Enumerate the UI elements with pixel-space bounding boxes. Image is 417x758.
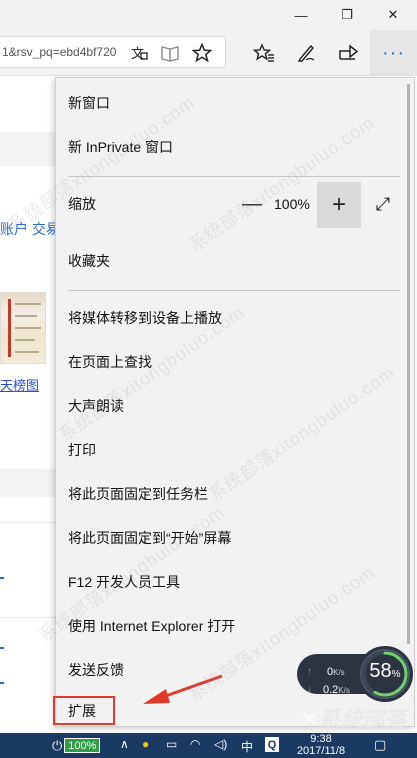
web-note-pen-icon[interactable] [291, 30, 321, 76]
menu-separator [68, 290, 400, 291]
menu-item-open-with-ie[interactable]: 使用 Internet Explorer 打开 [56, 606, 400, 646]
menu-item-label: 发送反馈 [68, 662, 124, 678]
tray-q-app[interactable]: Q [265, 737, 279, 752]
page-band [0, 469, 60, 497]
reading-view-icon[interactable] [156, 30, 184, 76]
title-bar: — ❐ ✕ [0, 0, 417, 30]
network-speed-widget[interactable]: ↑ 0K/s ↓ 0.2K/s 58% [297, 646, 417, 702]
battery-indicator[interactable]: ⏻ 100% [52, 737, 101, 754]
menu-item-new-window[interactable]: 新窗口 [56, 83, 400, 123]
wifi-icon[interactable]: ◠ [190, 737, 200, 751]
address-url[interactable]: 1&rsv_pq=ebd4bf720 [2, 45, 120, 59]
fullscreen-icon[interactable]: ⤢ [366, 184, 400, 224]
download-unit: K/s [338, 686, 350, 695]
menu-item-pin-to-start[interactable]: 将此页面固定到“开始”屏幕 [56, 518, 400, 558]
clock-time: 9:38 [310, 733, 332, 745]
settings-menu: 新窗口 新 InPrivate 窗口 缩放 — 100% + ⤢ 收藏夹 将媒体… [55, 77, 415, 727]
menu-item-label: 大声朗读 [68, 398, 124, 414]
menu-scrollbar[interactable] [407, 84, 410, 644]
menu-item-label: 收藏夹 [68, 253, 110, 269]
menu-item-print[interactable]: 打印 [56, 430, 400, 470]
svg-text:文: 文 [131, 47, 144, 62]
page-link[interactable]: 天榜图 [0, 375, 39, 394]
thumbnail-bar [8, 299, 11, 357]
menu-item-label: 打印 [68, 442, 96, 458]
brand-logo-x-icon: ✕ [300, 707, 319, 732]
browser-toolbar: 1&rsv_pq=ebd4bf720 文 ··· [0, 30, 417, 76]
upload-speed: 0K/s [327, 666, 345, 678]
power-plug-icon: ⏻ [52, 737, 63, 753]
menu-item-label: 使用 Internet Explorer 打开 [68, 618, 236, 634]
volume-icon[interactable]: ◁) [214, 737, 227, 751]
thumbnail-line [15, 327, 41, 329]
menu-item-label: 新窗口 [68, 95, 110, 111]
taskbar: ⏻ 100% ∧ ● ▭ ◠ ◁) 中 Q 9:38 2017/11/8 ▢ [0, 733, 417, 758]
highlight-box [53, 696, 115, 725]
menu-item-label: 将此页面固定到任务栏 [68, 486, 208, 502]
tray-expand-icon[interactable]: ∧ [120, 737, 129, 751]
upload-arrow-icon: ↑ [307, 666, 312, 677]
battery-percent: 100% [64, 738, 101, 753]
qq-icon[interactable]: ● [142, 737, 149, 751]
zoom-out-button[interactable]: — [238, 184, 266, 224]
minimize-button[interactable]: — [278, 0, 324, 30]
favorite-star-icon[interactable] [188, 30, 216, 76]
download-arrow-icon: ↓ [307, 684, 312, 695]
menu-item-f12-developer-tools[interactable]: F12 开发人员工具 [56, 562, 400, 602]
menu-item-label: 缩放 [68, 196, 96, 212]
menu-item-label: 在页面上查找 [68, 354, 152, 370]
memory-usage-percent: 58% [357, 660, 413, 683]
input-method-indicator[interactable]: 中 [241, 738, 253, 755]
close-button[interactable]: ✕ [370, 0, 416, 30]
share-icon[interactable] [334, 30, 364, 76]
menu-item-label: F12 开发人员工具 [68, 574, 181, 590]
percent-sign: % [391, 669, 401, 680]
zoom-in-button[interactable]: + [317, 182, 361, 228]
page-content: 账户 交易 天榜图 [0, 77, 60, 697]
page-tick [0, 577, 4, 579]
zoom-level: 100% [274, 196, 310, 212]
translate-icon[interactable]: 文 [126, 30, 152, 76]
page-divider [0, 617, 60, 618]
brand-watermark: ✕系统部落 [300, 702, 406, 734]
menu-item-new-inprivate-window[interactable]: 新 InPrivate 窗口 [56, 127, 400, 167]
upload-unit: K/s [333, 668, 345, 677]
page-tick [0, 647, 4, 649]
menu-item-label: 将此页面固定到“开始”屏幕 [68, 530, 232, 546]
notification-center-icon[interactable]: ▢ [374, 737, 386, 753]
page-nav-text[interactable]: 账户 交易 [0, 219, 60, 239]
page-tick [0, 682, 4, 684]
maximize-button[interactable]: ❐ [324, 0, 370, 30]
hub-icon[interactable] [249, 30, 279, 76]
menu-item-read-aloud[interactable]: 大声朗读 [56, 386, 400, 426]
more-icon[interactable]: ··· [370, 30, 417, 76]
menu-item-label: 将媒体转移到设备上播放 [68, 310, 222, 326]
page-thumbnail[interactable] [0, 292, 46, 364]
clock-date: 2017/11/8 [296, 745, 346, 757]
menu-item-find-on-page[interactable]: 在页面上查找 [56, 342, 400, 382]
menu-item-cast-media[interactable]: 将媒体转移到设备上播放 [56, 298, 400, 338]
thumbnail-line [15, 351, 39, 353]
thumbnail-line [15, 315, 37, 317]
menu-item-zoom: 缩放 [56, 184, 226, 224]
page-divider [0, 522, 60, 523]
thumbnail-line [15, 339, 35, 341]
percent-value: 58 [369, 660, 392, 682]
page-search-band [0, 132, 60, 166]
brand-watermark-text: 系统部落 [318, 707, 407, 732]
download-value: 0.2 [323, 684, 339, 696]
menu-item-pin-to-taskbar[interactable]: 将此页面固定到任务栏 [56, 474, 400, 514]
menu-separator [68, 176, 400, 177]
download-speed: 0.2K/s [323, 684, 350, 696]
menu-item-favorites[interactable]: 收藏夹 [56, 241, 400, 281]
menu-item-label: 新 InPrivate 窗口 [68, 139, 174, 155]
system-clock[interactable]: 9:38 2017/11/8 [290, 733, 352, 757]
thumbnail-line [15, 303, 41, 305]
tray-app-icon[interactable]: ▭ [166, 737, 177, 751]
